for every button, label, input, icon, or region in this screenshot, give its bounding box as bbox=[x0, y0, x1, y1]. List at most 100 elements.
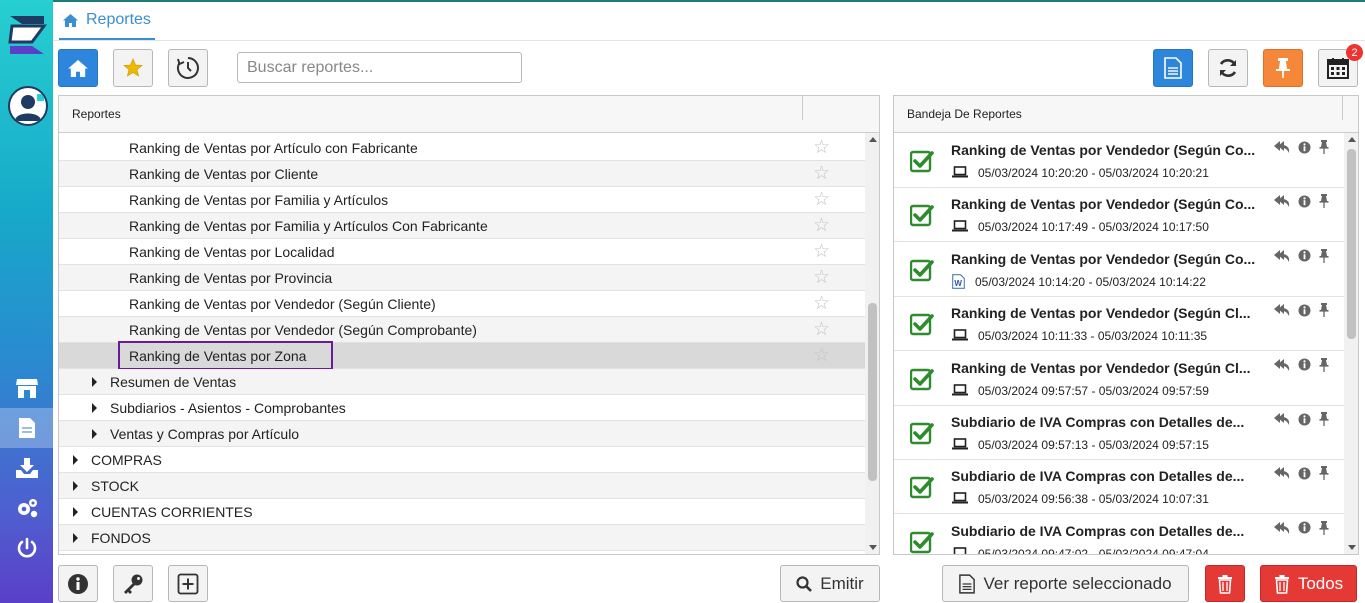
check-square-icon[interactable] bbox=[910, 530, 934, 554]
info-icon[interactable] bbox=[1298, 413, 1311, 426]
pushpin-icon[interactable] bbox=[1319, 194, 1329, 209]
favorites-button[interactable] bbox=[113, 49, 153, 87]
search-input[interactable] bbox=[237, 52, 522, 83]
favorite-star-icon[interactable]: ☆ bbox=[813, 294, 830, 313]
reply-all-icon[interactable] bbox=[1274, 141, 1290, 153]
info-button[interactable] bbox=[58, 565, 98, 602]
tree-report-row[interactable]: Ranking de Ventas por Vendedor (Según Cl… bbox=[59, 291, 865, 317]
reply-all-icon[interactable] bbox=[1274, 521, 1290, 534]
report-tray-item[interactable]: Ranking de Ventas por Vendedor (Según Co… bbox=[894, 188, 1344, 243]
favorite-star-icon[interactable]: ☆ bbox=[813, 216, 830, 235]
tree-report-row[interactable]: Ranking de Ventas por Artículo con Fabri… bbox=[59, 135, 865, 161]
tree-report-row[interactable]: Ranking de Ventas por Provincia ☆ bbox=[59, 265, 865, 291]
tree-group-row[interactable]: CUENTAS CORRIENTES bbox=[59, 499, 865, 525]
add-button[interactable] bbox=[168, 565, 208, 602]
tree-group-row[interactable]: Ventas y Compras por Artículo bbox=[59, 421, 865, 447]
info-icon[interactable] bbox=[1298, 521, 1311, 534]
refresh-button[interactable] bbox=[1208, 49, 1248, 87]
reply-all-icon[interactable] bbox=[1274, 358, 1290, 371]
report-tray-item[interactable]: Ranking de Ventas por Vendedor (Según Cl… bbox=[894, 297, 1344, 352]
favorite-star-icon[interactable]: ☆ bbox=[813, 138, 830, 157]
favorite-star-icon[interactable]: ☆ bbox=[813, 320, 830, 339]
sidebar-item-logout[interactable] bbox=[0, 528, 53, 568]
report-tray-item[interactable]: Subdiario de IVA Compras con Detalles de… bbox=[894, 515, 1344, 554]
tree-group-row[interactable]: STOCK bbox=[59, 473, 865, 499]
reports-tray-button[interactable] bbox=[1153, 49, 1193, 87]
pin-button[interactable] bbox=[1263, 49, 1303, 87]
check-square-icon[interactable] bbox=[910, 312, 934, 336]
caret-right-icon[interactable] bbox=[73, 533, 78, 543]
caret-right-icon[interactable] bbox=[73, 455, 78, 465]
tree-group-row[interactable]: Subdiarios - Asientos - Comprobantes bbox=[59, 395, 865, 421]
pushpin-icon[interactable] bbox=[1319, 303, 1329, 318]
info-icon[interactable] bbox=[1298, 467, 1311, 480]
caret-right-icon[interactable] bbox=[92, 429, 97, 439]
check-square-icon[interactable] bbox=[910, 203, 934, 227]
check-square-icon[interactable] bbox=[910, 421, 934, 445]
report-tray-item[interactable]: Subdiario de IVA Compras con Detalles de… bbox=[894, 406, 1344, 460]
check-square-icon[interactable] bbox=[910, 258, 934, 282]
tree-group-row[interactable]: COMPRAS bbox=[59, 447, 865, 473]
reply-all-icon[interactable] bbox=[1274, 467, 1290, 480]
view-selected-report-button[interactable]: Ver reporte seleccionado bbox=[942, 565, 1189, 602]
tree-report-row[interactable]: Ranking de Ventas por Localidad ☆ bbox=[59, 239, 865, 265]
reports-tree-scrollbar[interactable] bbox=[865, 133, 879, 554]
check-square-icon[interactable] bbox=[910, 149, 934, 173]
reply-all-icon[interactable] bbox=[1274, 249, 1290, 262]
sidebar-item-reports[interactable] bbox=[0, 408, 53, 448]
app-logo[interactable] bbox=[4, 12, 50, 58]
caret-right-icon[interactable] bbox=[92, 403, 97, 413]
info-icon[interactable] bbox=[1298, 249, 1311, 262]
favorite-star-icon[interactable]: ☆ bbox=[813, 164, 830, 183]
tree-report-row[interactable]: Ranking de Ventas por Familia y Artículo… bbox=[59, 213, 865, 239]
scroll-down-arrow[interactable] bbox=[869, 545, 877, 550]
pushpin-icon[interactable] bbox=[1319, 466, 1329, 481]
key-button[interactable] bbox=[113, 565, 153, 602]
pushpin-icon[interactable] bbox=[1319, 248, 1329, 263]
caret-right-icon[interactable] bbox=[92, 377, 97, 387]
tree-group-row[interactable]: Resumen de Ventas bbox=[59, 369, 865, 395]
scrollbar-thumb[interactable] bbox=[868, 303, 877, 481]
info-icon[interactable] bbox=[1298, 195, 1311, 208]
sidebar-item-downloads[interactable] bbox=[0, 448, 53, 488]
tree-report-row[interactable]: Ranking de Ventas por Familia y Artículo… bbox=[59, 187, 865, 213]
favorite-star-icon[interactable]: ☆ bbox=[813, 268, 830, 287]
delete-all-button[interactable]: Todos bbox=[1260, 565, 1357, 602]
sidebar-item-store[interactable] bbox=[0, 368, 53, 408]
report-tray-item[interactable]: Ranking de Ventas por Vendedor (Según Co… bbox=[894, 243, 1344, 297]
favorite-star-icon[interactable]: ☆ bbox=[813, 190, 830, 209]
check-square-icon[interactable] bbox=[910, 367, 934, 391]
info-icon[interactable] bbox=[1298, 304, 1311, 317]
check-square-icon[interactable] bbox=[910, 475, 934, 499]
favorite-star-icon[interactable]: ☆ bbox=[813, 242, 830, 261]
reply-all-icon[interactable] bbox=[1274, 304, 1290, 317]
emit-button[interactable]: Emitir bbox=[780, 565, 880, 602]
pushpin-icon[interactable] bbox=[1319, 520, 1329, 535]
home-button[interactable] bbox=[58, 49, 98, 87]
tree-report-row[interactable]: Ranking de Ventas por Zona ☆ bbox=[59, 341, 865, 370]
pushpin-icon[interactable] bbox=[1319, 412, 1329, 426]
reply-all-icon[interactable] bbox=[1274, 195, 1290, 208]
scrollbar-thumb[interactable] bbox=[1347, 149, 1356, 339]
pushpin-icon[interactable] bbox=[1319, 357, 1329, 372]
scroll-up-arrow[interactable] bbox=[1348, 137, 1356, 142]
delete-selected-button[interactable] bbox=[1205, 565, 1245, 602]
sidebar-item-settings[interactable] bbox=[0, 488, 53, 528]
reply-all-icon[interactable] bbox=[1274, 413, 1290, 425]
reports-tray-scrollbar[interactable] bbox=[1344, 133, 1358, 554]
info-icon[interactable] bbox=[1298, 358, 1311, 371]
tree-group-row[interactable]: FONDOS bbox=[59, 525, 865, 551]
pushpin-icon[interactable] bbox=[1319, 140, 1329, 154]
user-avatar[interactable] bbox=[8, 86, 48, 126]
report-tray-item[interactable]: Ranking de Ventas por Vendedor (Según Co… bbox=[894, 134, 1344, 188]
favorite-star-icon[interactable]: ☆ bbox=[813, 346, 830, 365]
report-tray-item[interactable]: Subdiario de IVA Compras con Detalles de… bbox=[894, 460, 1344, 515]
tree-report-row[interactable]: Ranking de Ventas por Vendedor (Según Co… bbox=[59, 317, 865, 343]
tree-report-row[interactable]: Ranking de Ventas por Cliente ☆ bbox=[59, 161, 865, 187]
caret-right-icon[interactable] bbox=[73, 507, 78, 517]
report-tray-item[interactable]: Ranking de Ventas por Vendedor (Según Cl… bbox=[894, 352, 1344, 406]
scroll-up-arrow[interactable] bbox=[869, 137, 877, 142]
caret-right-icon[interactable] bbox=[73, 481, 78, 491]
scroll-down-arrow[interactable] bbox=[1348, 545, 1356, 550]
tab-reportes[interactable]: Reportes bbox=[59, 2, 155, 40]
